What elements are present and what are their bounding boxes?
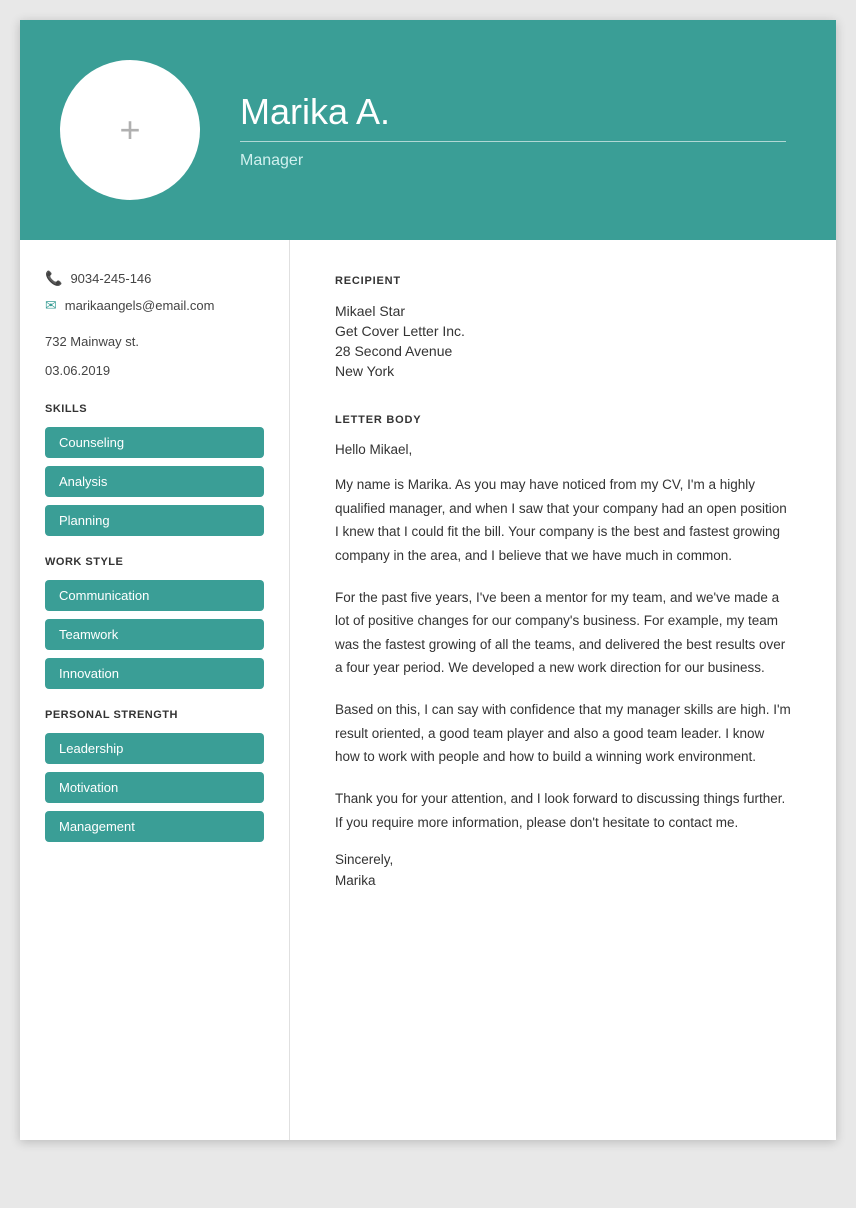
- applicant-name: Marika A.: [240, 91, 786, 133]
- letter-paragraph-4: Thank you for your attention, and I look…: [335, 787, 791, 834]
- letter-closing: Sincerely,: [335, 852, 791, 867]
- header-section: + Marika A. Manager: [20, 20, 836, 240]
- date-block: 03.06.2019: [45, 363, 264, 378]
- email-address: marikaangels@email.com: [65, 298, 215, 313]
- header-divider: [240, 141, 786, 142]
- skills-label: SKILLS: [45, 403, 264, 415]
- skill-innovation: Innovation: [45, 658, 264, 689]
- phone-contact: 📞 9034-245-146: [45, 270, 264, 287]
- letter-section: LETTER BODY Hello Mikael, My name is Mar…: [335, 414, 791, 888]
- recipient-address: 28 Second Avenue: [335, 343, 791, 359]
- phone-icon: 📞: [45, 270, 62, 287]
- email-contact: ✉ marikaangels@email.com: [45, 297, 264, 314]
- header-info: Marika A. Manager: [240, 91, 786, 170]
- date: 03.06.2019: [45, 363, 110, 378]
- skill-counseling: Counseling: [45, 427, 264, 458]
- body-section: 📞 9034-245-146 ✉ marikaangels@email.com …: [20, 240, 836, 1140]
- add-photo-icon[interactable]: +: [119, 109, 140, 151]
- recipient-section-title: RECIPIENT: [335, 275, 791, 287]
- skill-planning: Planning: [45, 505, 264, 536]
- phone-number: 9034-245-146: [70, 271, 151, 286]
- letter-signature: Marika: [335, 873, 791, 888]
- address: 732 Mainway st.: [45, 334, 139, 349]
- personal-strength-label: PERSONAL STRENGTH: [45, 709, 264, 721]
- email-icon: ✉: [45, 297, 57, 314]
- recipient-city: New York: [335, 363, 791, 379]
- letter-paragraph-2: For the past five years, I've been a men…: [335, 586, 791, 681]
- recipient-name: Mikael Star: [335, 303, 791, 319]
- letter-paragraph-1: My name is Marika. As you may have notic…: [335, 473, 791, 568]
- resume-page: + Marika A. Manager 📞 9034-245-146 ✉ mar…: [20, 20, 836, 1140]
- skill-leadership: Leadership: [45, 733, 264, 764]
- letter-salutation: Hello Mikael,: [335, 442, 791, 457]
- skill-teamwork: Teamwork: [45, 619, 264, 650]
- work-style-label: WORK STYLE: [45, 556, 264, 568]
- applicant-title: Manager: [240, 152, 786, 170]
- skill-analysis: Analysis: [45, 466, 264, 497]
- skill-management: Management: [45, 811, 264, 842]
- main-content: RECIPIENT Mikael Star Get Cover Letter I…: [290, 240, 836, 1140]
- skill-communication: Communication: [45, 580, 264, 611]
- skill-motivation: Motivation: [45, 772, 264, 803]
- sidebar: 📞 9034-245-146 ✉ marikaangels@email.com …: [20, 240, 290, 1140]
- address-block: 732 Mainway st.: [45, 332, 264, 353]
- avatar[interactable]: +: [60, 60, 200, 200]
- recipient-company: Get Cover Letter Inc.: [335, 323, 791, 339]
- letter-body-title: LETTER BODY: [335, 414, 791, 426]
- letter-paragraph-3: Based on this, I can say with confidence…: [335, 698, 791, 769]
